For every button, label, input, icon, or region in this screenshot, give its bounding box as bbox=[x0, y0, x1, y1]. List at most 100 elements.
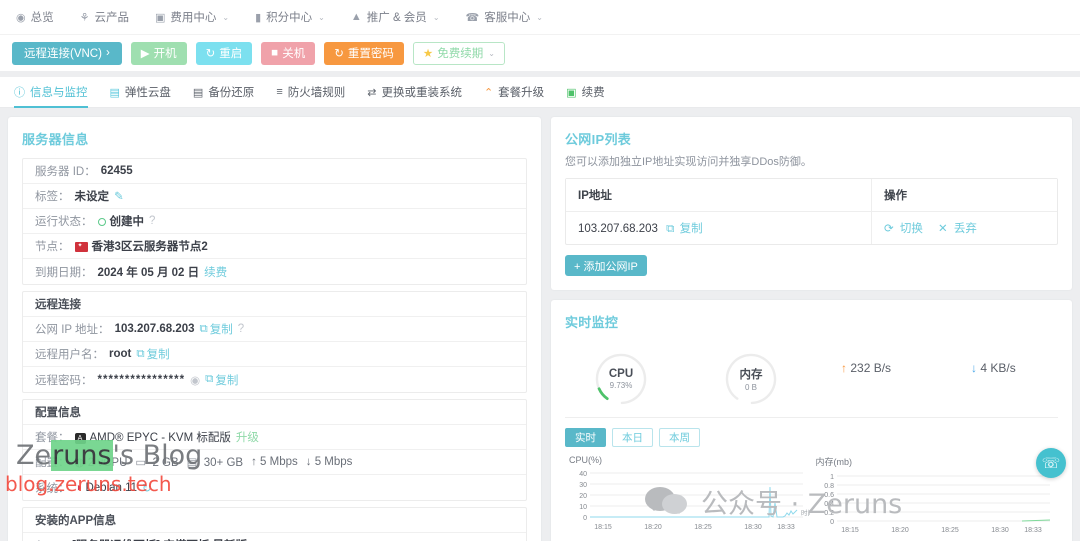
range-today-button[interactable]: 本日 bbox=[612, 428, 653, 447]
row-app: App： [服务器运维面板] 宝塔面板 最新版 bbox=[23, 533, 526, 541]
restart-button[interactable]: ↻ 重启 bbox=[196, 42, 253, 65]
run-status-label: 运行状态： bbox=[35, 213, 93, 229]
copy-icon[interactable]: ⧉ bbox=[200, 323, 208, 336]
svg-text:18:30: 18:30 bbox=[744, 524, 762, 531]
topnav-label: 费用中心 bbox=[170, 9, 216, 25]
tab-elastic-disk[interactable]: ▤ 弹性云盘 bbox=[110, 77, 171, 108]
memory-chart: 内存(mb) 1 bbox=[812, 455, 1059, 536]
topnav-label: 云产品 bbox=[94, 9, 129, 25]
headset-icon: ☎ bbox=[466, 11, 480, 24]
topnav-label: 客服中心 bbox=[484, 9, 530, 25]
col-header-ip: IP地址 bbox=[566, 179, 872, 211]
table-header-row: IP地址 操作 bbox=[566, 179, 1057, 212]
topnav-label: 总览 bbox=[31, 9, 54, 25]
expire-value: 2024 年 05 月 02 日 bbox=[98, 264, 200, 280]
chevron-right-icon: › bbox=[106, 47, 110, 59]
help-icon[interactable]: ? bbox=[238, 323, 244, 335]
free-renew-label: 免费续期 bbox=[437, 45, 483, 61]
switch-ip-link[interactable]: 切换 bbox=[900, 223, 923, 235]
expire-label: 到期日期： bbox=[35, 264, 93, 280]
disk-icon: ▤ bbox=[187, 457, 198, 469]
cloud-product-icon: ⚘ bbox=[80, 11, 90, 24]
support-float-button[interactable]: ☏ bbox=[1036, 448, 1066, 478]
svg-text:0: 0 bbox=[830, 519, 834, 526]
run-status-value: 创建中 bbox=[110, 213, 145, 229]
row-plan: 套餐： A AMD® EPYC - KVM 标配版 升级 bbox=[23, 425, 526, 450]
topnav-item-overview[interactable]: ◉ 总览 bbox=[16, 9, 54, 25]
action-toolbar: 远程连接(VNC) › ▶ 开机 ↻ 重启 ■ 关机 ↻ 重置密码 ★ 免费续期… bbox=[0, 35, 1080, 77]
eye-icon[interactable]: ◉ bbox=[190, 373, 200, 387]
renew-link[interactable]: 续费 bbox=[204, 264, 227, 280]
row-server-id: 服务器 ID： 62455 bbox=[23, 159, 526, 184]
tab-label: 续费 bbox=[582, 84, 605, 100]
remote-user-label: 远程用户名： bbox=[35, 346, 104, 362]
chevron-down-icon: ⌄ bbox=[488, 49, 495, 58]
shutdown-label: 关机 bbox=[282, 45, 305, 61]
tab-backup-restore[interactable]: ▤ 备份还原 bbox=[193, 77, 254, 108]
add-public-ip-button[interactable]: + 添加公网IP bbox=[565, 255, 647, 276]
memory-chart-title: 内存(mb) bbox=[812, 455, 1059, 468]
copy-icon[interactable]: ⧉ bbox=[666, 223, 674, 235]
copy-password-link[interactable]: 复制 bbox=[215, 372, 238, 388]
flag-icon bbox=[75, 242, 88, 252]
copy-ip-link[interactable]: 复制 bbox=[680, 223, 703, 235]
svg-text:0.6: 0.6 bbox=[824, 492, 834, 499]
cpu-gauge-text: CPU 9.73% bbox=[595, 353, 647, 405]
drop-ip-link[interactable]: 丢弃 bbox=[954, 223, 977, 235]
memory-gauge-text: 内存 0 B bbox=[725, 353, 777, 405]
svg-text:0: 0 bbox=[583, 515, 587, 522]
range-realtime-button[interactable]: 实时 bbox=[565, 428, 606, 447]
edit-icon[interactable]: ✎ bbox=[114, 189, 124, 203]
spec-label: 配置： bbox=[35, 454, 70, 470]
row-run-status: 运行状态： 创建中 ? bbox=[23, 209, 526, 234]
disk-icon: ▤ bbox=[110, 86, 120, 99]
topnav-item-promotion-member[interactable]: ▲ 推广 & 会员 ⌄ bbox=[351, 9, 440, 25]
plan-upgrade-link[interactable]: 升级 bbox=[236, 429, 259, 445]
copy-icon[interactable]: ⧉ bbox=[136, 348, 144, 361]
range-week-button[interactable]: 本周 bbox=[659, 428, 700, 447]
ram-icon: ▭ bbox=[135, 457, 146, 469]
topnav-item-cloud-products[interactable]: ⚘ 云产品 bbox=[80, 9, 129, 25]
topnav-item-support[interactable]: ☎ 客服中心 ⌄ bbox=[466, 9, 543, 25]
svg-text:0.2: 0.2 bbox=[824, 510, 834, 517]
public-ip-label: 公网 IP 地址： bbox=[35, 321, 110, 337]
remote-password-label: 远程密码： bbox=[35, 372, 93, 388]
vnc-connect-button[interactable]: 远程连接(VNC) › bbox=[12, 42, 122, 65]
free-renew-button[interactable]: ★ 免费续期 ⌄ bbox=[413, 42, 505, 65]
shutdown-button[interactable]: ■ 关机 bbox=[261, 42, 315, 65]
drop-ip-icon[interactable]: ✕ bbox=[938, 223, 948, 235]
copy-ip-link[interactable]: 复制 bbox=[210, 321, 233, 337]
topnav-item-billing[interactable]: ▣ 费用中心 ⌄ bbox=[155, 9, 229, 25]
upload-speed: ↑ 232 B/s bbox=[841, 361, 891, 375]
svg-text:时间: 时间 bbox=[801, 508, 810, 517]
public-ip-title: 公网IP列表 bbox=[565, 129, 1058, 148]
copy-user-link[interactable]: 复制 bbox=[147, 346, 170, 362]
remote-connection-table: 远程连接 公网 IP 地址： 103.207.68.203 ⧉ 复制 ? 远程用… bbox=[22, 291, 527, 393]
tab-renew[interactable]: ▣ 续费 bbox=[566, 77, 604, 108]
monitor-title: 实时监控 bbox=[565, 312, 1058, 331]
content-area: 服务器信息 服务器 ID： 62455 标签： 未设定 ✎ 运行状态： 创建 bbox=[0, 108, 1080, 534]
tab-plan-upgrade[interactable]: ⌃ 套餐升级 bbox=[484, 77, 544, 108]
cpu-icon: ◍ bbox=[75, 457, 85, 469]
restart-label: 重启 bbox=[219, 45, 242, 61]
server-id-value: 62455 bbox=[101, 165, 133, 177]
reset-password-label: 重置密码 bbox=[348, 45, 394, 61]
help-icon[interactable]: ? bbox=[149, 215, 155, 227]
svg-text:18:33: 18:33 bbox=[1024, 527, 1042, 534]
svg-text:30: 30 bbox=[579, 482, 587, 489]
tab-firewall-rules[interactable]: ≡ 防火墙规则 bbox=[276, 77, 345, 108]
reset-password-button[interactable]: ↻ 重置密码 bbox=[324, 42, 404, 65]
row-remote-user: 远程用户名： root ⧉ 复制 bbox=[23, 342, 526, 367]
copy-icon[interactable]: ⧉ bbox=[205, 373, 213, 386]
topnav-item-points[interactable]: ▮ 积分中心 ⌄ bbox=[255, 9, 325, 25]
users-icon: ▲ bbox=[351, 11, 362, 23]
reload-icon[interactable]: ↻ bbox=[142, 481, 152, 495]
remote-title-text: 远程连接 bbox=[35, 296, 81, 312]
switch-ip-icon[interactable]: ⟳ bbox=[884, 223, 894, 235]
spec-download: ↓ 5 Mbps bbox=[306, 456, 353, 468]
tab-reinstall-system[interactable]: ⇄ 更换或重装系统 bbox=[367, 77, 462, 108]
power-on-button[interactable]: ▶ 开机 bbox=[131, 42, 187, 65]
tab-info-monitor[interactable]: ⓘ 信息与监控 bbox=[14, 77, 88, 108]
left-column: 服务器信息 服务器 ID： 62455 标签： 未设定 ✎ 运行状态： 创建 bbox=[8, 117, 541, 534]
cpu-gauge: CPU 9.73% bbox=[595, 353, 647, 405]
